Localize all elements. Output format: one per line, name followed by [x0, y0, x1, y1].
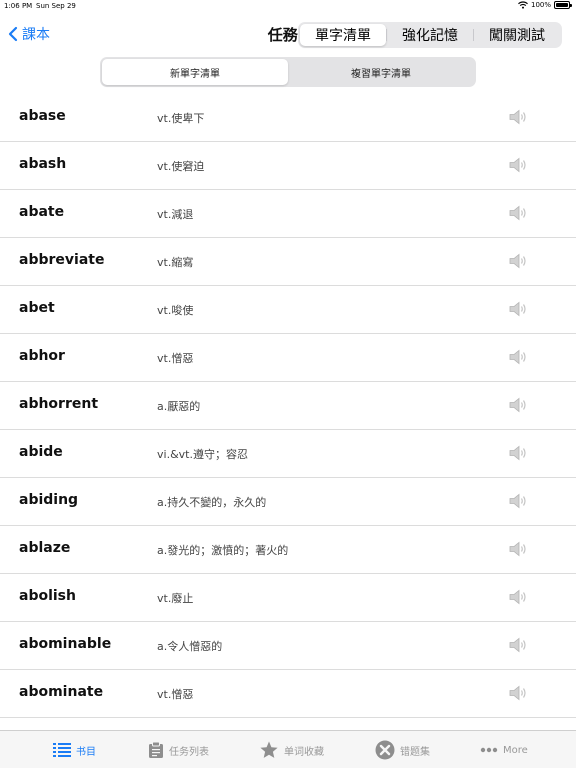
- tab-label: 任务列表: [169, 746, 209, 758]
- word-definition: vi.&vt.遵守；容忍: [157, 448, 248, 461]
- word-row[interactable]: abominable a.令人憎惡的: [0, 622, 576, 670]
- word-text: abominable: [19, 636, 112, 652]
- word-definition: vt.使窘迫: [157, 160, 205, 173]
- word-row[interactable]: abbreviate vt.縮寫: [0, 238, 576, 286]
- back-label: 課本: [22, 27, 50, 43]
- nav-bar: 課本 任務1 單字清單 強化記憶 闖關測試: [0, 12, 576, 56]
- speaker-icon[interactable]: [508, 637, 528, 653]
- word-text: abide: [19, 444, 63, 460]
- speaker-icon[interactable]: [508, 685, 528, 701]
- tab-label: 单词收藏: [284, 746, 324, 758]
- word-definition: vt.廢止: [157, 592, 194, 605]
- word-text: abiding: [19, 492, 79, 508]
- word-definition: vt.唆使: [157, 304, 194, 317]
- speaker-icon[interactable]: [508, 253, 528, 269]
- x-circle-icon: [375, 740, 395, 760]
- status-time: 1:06 PM: [4, 2, 33, 10]
- speaker-icon[interactable]: [508, 301, 528, 317]
- word-text: abominate: [19, 684, 104, 700]
- word-row[interactable]: abhorrent a.厭惡的: [0, 382, 576, 430]
- tab-label: 错题集: [400, 746, 430, 758]
- word-list: abase vt.使卑下 abash vt.使窘迫 abate vt.減退 ab…: [0, 94, 576, 730]
- list-icon: [53, 742, 71, 758]
- word-text: abet: [19, 300, 55, 316]
- speaker-icon[interactable]: [508, 157, 528, 173]
- word-text: abase: [19, 108, 66, 124]
- speaker-icon[interactable]: [508, 541, 528, 557]
- word-text: abbreviate: [19, 252, 105, 268]
- word-row[interactable]: abhor vt.憎惡: [0, 334, 576, 382]
- word-row[interactable]: abiding a.持久不變的，永久的: [0, 478, 576, 526]
- segment-new-words[interactable]: 新單字清單: [102, 59, 288, 85]
- tab-word-favorites[interactable]: 单词收藏: [259, 731, 324, 768]
- tab-more[interactable]: More: [480, 731, 528, 768]
- word-row[interactable]: abide vi.&vt.遵守；容忍: [0, 430, 576, 478]
- segment-reinforce-memory[interactable]: 強化記憶: [387, 24, 473, 46]
- speaker-icon[interactable]: [508, 205, 528, 221]
- status-bar: 1:06 PM Sun Sep 29 100%: [0, 0, 576, 12]
- status-right: 100%: [518, 1, 572, 9]
- word-definition: vt.憎惡: [157, 688, 194, 701]
- word-definition: vt.憎惡: [157, 352, 194, 365]
- segment-word-list[interactable]: 單字清單: [300, 24, 386, 46]
- word-text: abhorrent: [19, 396, 99, 412]
- tab-label: More: [503, 744, 528, 756]
- word-definition: vt.使卑下: [157, 112, 205, 125]
- tab-label: 书目: [76, 746, 96, 758]
- wifi-icon: [518, 1, 528, 9]
- clipboard-icon: [148, 741, 164, 759]
- tab-wrong-answers[interactable]: 错题集: [375, 731, 430, 768]
- back-button[interactable]: 課本: [8, 24, 50, 44]
- status-date: Sun Sep 29: [36, 2, 76, 10]
- speaker-icon[interactable]: [508, 349, 528, 365]
- star-icon: [259, 741, 279, 759]
- tab-bar: 书目 任务列表 单词收藏 错题集 More: [0, 730, 576, 768]
- battery-icon: [554, 1, 572, 9]
- word-definition: a.厭惡的: [157, 400, 201, 413]
- word-row[interactable]: abate vt.減退: [0, 190, 576, 238]
- word-definition: vt.減退: [157, 208, 194, 221]
- word-text: abhor: [19, 348, 65, 364]
- chevron-left-icon: [8, 26, 18, 42]
- word-text: abate: [19, 204, 65, 220]
- word-definition: a.發光的；激憤的；著火的: [157, 544, 289, 557]
- word-definition: vt.縮寫: [157, 256, 194, 269]
- word-row[interactable]: abominate vt.憎惡: [0, 670, 576, 718]
- word-definition: a.持久不變的，永久的: [157, 496, 267, 509]
- segment-review-words[interactable]: 複習單字清單: [288, 59, 474, 85]
- word-row[interactable]: abase vt.使卑下: [0, 94, 576, 142]
- tab-task-list[interactable]: 任务列表: [148, 731, 209, 768]
- word-text: abash: [19, 156, 67, 172]
- speaker-icon[interactable]: [508, 493, 528, 509]
- speaker-icon[interactable]: [508, 589, 528, 605]
- word-text: ablaze: [19, 540, 71, 556]
- list-type-segmented-control: 新單字清單 複習單字清單: [100, 57, 476, 87]
- word-row[interactable]: abolish vt.廢止: [0, 574, 576, 622]
- mode-segmented-control: 單字清單 強化記憶 闖關測試: [298, 22, 562, 48]
- battery-percent: 100%: [530, 1, 551, 9]
- word-definition: a.令人憎惡的: [157, 640, 223, 653]
- speaker-icon[interactable]: [508, 445, 528, 461]
- word-text: abolish: [19, 588, 76, 604]
- word-row[interactable]: abet vt.唆使: [0, 286, 576, 334]
- word-row[interactable]: ablaze a.發光的；激憤的；著火的: [0, 526, 576, 574]
- more-dots-icon: [480, 747, 498, 753]
- segment-level-test[interactable]: 闖關測試: [474, 24, 560, 46]
- tab-catalog[interactable]: 书目: [53, 731, 96, 768]
- word-row[interactable]: abash vt.使窘迫: [0, 142, 576, 190]
- speaker-icon[interactable]: [508, 109, 528, 125]
- battery-fill: [556, 3, 568, 7]
- speaker-icon[interactable]: [508, 397, 528, 413]
